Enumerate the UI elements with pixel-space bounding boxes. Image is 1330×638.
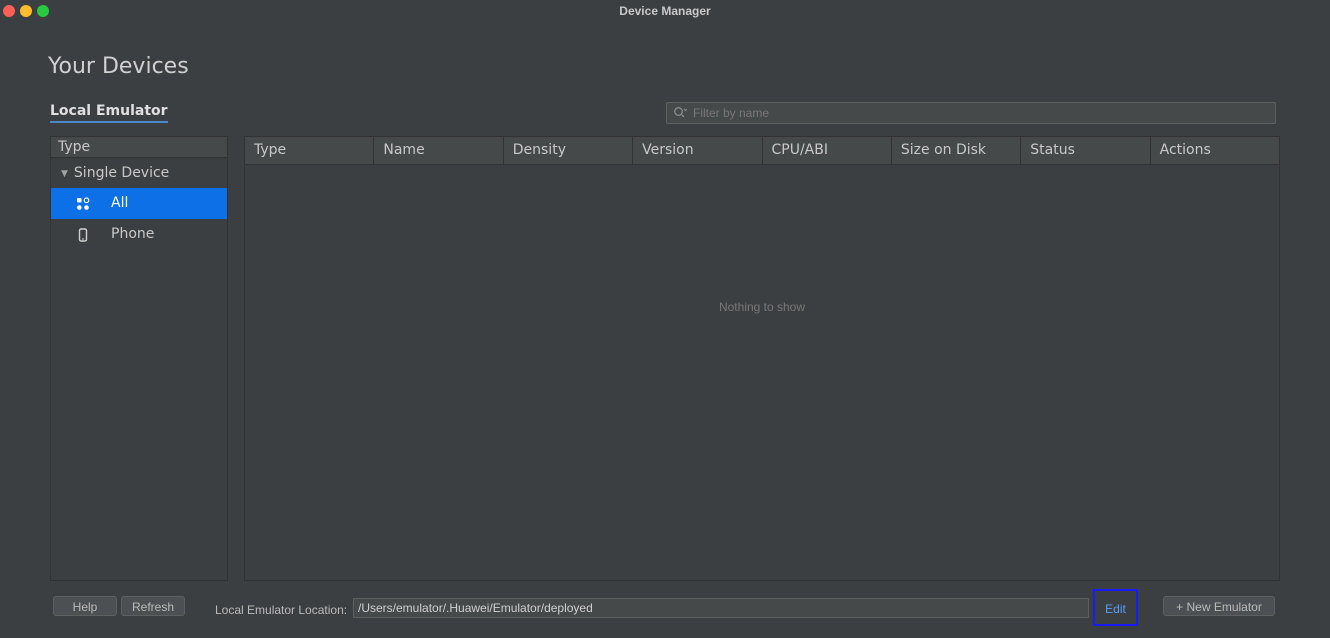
title-bar: Device Manager <box>0 0 1330 22</box>
column-header-type[interactable]: Type <box>245 137 375 164</box>
apps-grid-icon <box>76 196 90 211</box>
sidebar-header: Type <box>51 137 227 158</box>
tree-group-single-device[interactable]: ▼ Single Device <box>51 158 227 188</box>
device-type-sidebar: Type ▼ Single Device All Phone <box>50 136 228 581</box>
device-manager-window: Device Manager Your Devices Local Emulat… <box>0 0 1330 638</box>
search-icon <box>674 107 687 118</box>
sidebar-item-label: All <box>111 195 129 211</box>
devices-table: Type Name Density Version CPU/ABI Size o… <box>244 136 1280 581</box>
column-header-density[interactable]: Density <box>504 137 634 164</box>
column-header-version[interactable]: Version <box>633 137 763 164</box>
filter-input[interactable] <box>691 105 1255 121</box>
column-header-cpu-abi[interactable]: CPU/ABI <box>763 137 892 164</box>
sidebar-item-all[interactable]: All <box>51 188 227 219</box>
refresh-button[interactable]: Refresh <box>121 596 185 616</box>
tree-group-label: Single Device <box>73 165 170 181</box>
maximize-window-button[interactable] <box>37 5 49 17</box>
column-header-status[interactable]: Status <box>1021 137 1151 164</box>
edit-location-link[interactable]: Edit <box>1093 589 1138 626</box>
minimize-window-button[interactable] <box>20 5 32 17</box>
new-emulator-button[interactable]: + New Emulator <box>1163 596 1275 616</box>
page-title: Your Devices <box>48 54 189 79</box>
filter-field[interactable] <box>666 102 1276 124</box>
sidebar-item-label: Phone <box>111 226 155 242</box>
phone-icon <box>76 227 90 242</box>
column-header-actions[interactable]: Actions <box>1151 137 1279 164</box>
empty-state-text: Nothing to show <box>718 300 806 314</box>
tab-local-emulator[interactable]: Local Emulator <box>50 103 168 123</box>
location-label: Local Emulator Location: <box>215 603 348 617</box>
column-header-size-on-disk[interactable]: Size on Disk <box>892 137 1022 164</box>
close-window-button[interactable] <box>3 5 15 17</box>
sidebar-item-phone[interactable]: Phone <box>51 219 227 250</box>
window-title: Device Manager <box>619 4 711 18</box>
column-header-name[interactable]: Name <box>374 137 504 164</box>
table-header: Type Name Density Version CPU/ABI Size o… <box>245 137 1279 165</box>
caret-down-icon[interactable]: ▼ <box>61 159 68 189</box>
emulator-location-input[interactable] <box>353 598 1089 618</box>
help-button[interactable]: Help <box>53 596 117 616</box>
